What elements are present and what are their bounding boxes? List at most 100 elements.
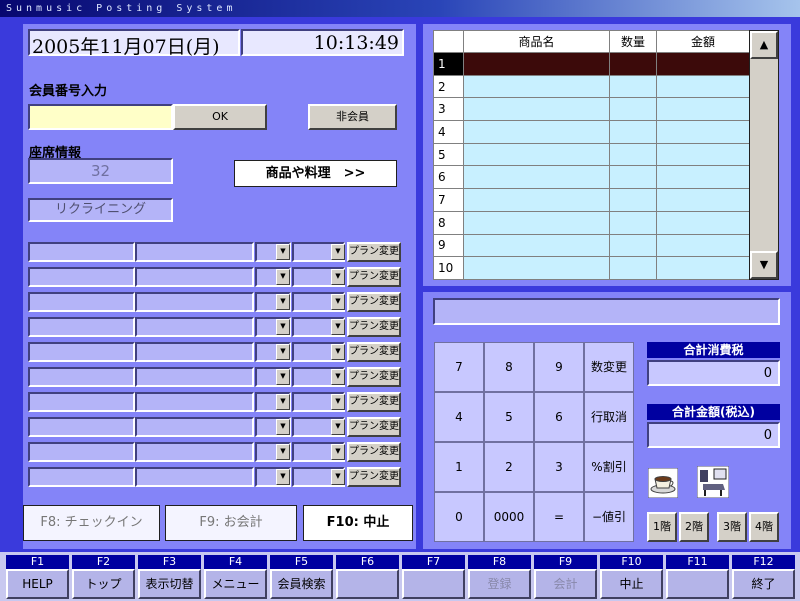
table-row[interactable]: 5 bbox=[433, 142, 750, 167]
quantity-cell[interactable] bbox=[609, 74, 657, 99]
product-name-cell[interactable] bbox=[463, 210, 610, 235]
dropdown-arrow-icon[interactable]: ▼ bbox=[276, 469, 290, 485]
table-row[interactable]: 9 bbox=[433, 233, 750, 258]
coffee-cup-icon[interactable] bbox=[647, 467, 679, 499]
keypad-key[interactable]: 3 bbox=[534, 442, 584, 492]
dropdown-arrow-icon[interactable]: ▼ bbox=[331, 294, 345, 310]
amount-cell[interactable] bbox=[656, 142, 750, 167]
fkey-label[interactable] bbox=[336, 569, 399, 599]
plan-change-button[interactable]: プラン変更 bbox=[347, 242, 401, 262]
dropdown-arrow-icon[interactable]: ▼ bbox=[276, 269, 290, 285]
fkey-label[interactable] bbox=[402, 569, 465, 599]
member-number-input[interactable] bbox=[28, 104, 173, 130]
keypad-key[interactable]: 2 bbox=[484, 442, 534, 492]
table-row[interactable]: 7 bbox=[433, 188, 750, 212]
dropdown-arrow-icon[interactable]: ▼ bbox=[276, 294, 290, 310]
table-row[interactable]: 2 bbox=[433, 74, 750, 99]
plan-field[interactable] bbox=[135, 242, 254, 262]
fkey-label[interactable]: 中止 bbox=[600, 569, 663, 599]
dropdown-arrow-icon[interactable]: ▼ bbox=[276, 344, 290, 360]
plan-change-button[interactable]: プラン変更 bbox=[347, 292, 401, 312]
quantity-cell[interactable] bbox=[609, 233, 657, 258]
product-menu-button[interactable]: 商品や料理 >> bbox=[234, 160, 397, 187]
plan-field[interactable] bbox=[28, 467, 135, 487]
keypad-key[interactable]: 行取消 bbox=[584, 392, 634, 442]
quantity-cell[interactable] bbox=[609, 120, 657, 144]
plan-field[interactable] bbox=[28, 342, 135, 362]
plan-change-button[interactable]: プラン変更 bbox=[347, 392, 401, 412]
ok-button[interactable]: OK bbox=[173, 104, 267, 130]
dropdown-arrow-icon[interactable]: ▼ bbox=[276, 419, 290, 435]
keypad-key[interactable]: %割引 bbox=[584, 442, 634, 492]
plan-change-button[interactable]: プラン変更 bbox=[347, 317, 401, 337]
fkey-label[interactable] bbox=[666, 569, 729, 599]
fkey-f8-button[interactable]: F8 登録 bbox=[468, 555, 531, 599]
table-row[interactable]: 1 bbox=[433, 52, 750, 76]
product-name-cell[interactable] bbox=[463, 188, 610, 212]
dropdown-arrow-icon[interactable]: ▼ bbox=[331, 444, 345, 460]
amount-cell[interactable] bbox=[656, 210, 750, 235]
quantity-cell[interactable] bbox=[609, 188, 657, 212]
dropdown-arrow-icon[interactable]: ▼ bbox=[276, 369, 290, 385]
product-name-cell[interactable] bbox=[463, 52, 610, 76]
fkey-label[interactable]: HELP bbox=[6, 569, 69, 599]
fkey-f9-button[interactable]: F9 会計 bbox=[534, 555, 597, 599]
amount-cell[interactable] bbox=[656, 120, 750, 144]
plan-change-button[interactable]: プラン変更 bbox=[347, 367, 401, 387]
fkey-f10-button[interactable]: F10 中止 bbox=[600, 555, 663, 599]
plan-change-button[interactable]: プラン変更 bbox=[347, 417, 401, 437]
fkey-f7-button[interactable]: F7 bbox=[402, 555, 465, 599]
amount-cell[interactable] bbox=[656, 256, 750, 280]
plan-field[interactable] bbox=[28, 367, 135, 387]
plan-field[interactable] bbox=[135, 292, 254, 312]
scroll-up-arrow-icon[interactable]: ▲ bbox=[750, 31, 778, 59]
fkey-label[interactable]: 終了 bbox=[732, 569, 795, 599]
plan-field[interactable] bbox=[28, 267, 135, 287]
quantity-cell[interactable] bbox=[609, 210, 657, 235]
floor-button[interactable]: 4階 bbox=[749, 512, 779, 542]
plan-field[interactable] bbox=[135, 367, 254, 387]
amount-cell[interactable] bbox=[656, 52, 750, 76]
floor-button[interactable]: 2階 bbox=[679, 512, 709, 542]
dropdown-arrow-icon[interactable]: ▼ bbox=[276, 444, 290, 460]
product-name-cell[interactable] bbox=[463, 256, 610, 280]
fkey-label[interactable]: メニュー bbox=[204, 569, 267, 599]
fkey-f4-button[interactable]: F4 メニュー bbox=[204, 555, 267, 599]
fkey-f12-button[interactable]: F12 終了 bbox=[732, 555, 795, 599]
dropdown-arrow-icon[interactable]: ▼ bbox=[276, 394, 290, 410]
product-name-cell[interactable] bbox=[463, 120, 610, 144]
dropdown-arrow-icon[interactable]: ▼ bbox=[276, 244, 290, 260]
keypad-key[interactable]: 数変更 bbox=[584, 342, 634, 392]
plan-field[interactable] bbox=[135, 467, 254, 487]
fkey-f6-button[interactable]: F6 bbox=[336, 555, 399, 599]
keypad-key[interactable]: −値引 bbox=[584, 492, 634, 542]
plan-field[interactable] bbox=[28, 292, 135, 312]
keypad-key[interactable]: 4 bbox=[434, 392, 484, 442]
dropdown-arrow-icon[interactable]: ▼ bbox=[331, 344, 345, 360]
quantity-cell[interactable] bbox=[609, 165, 657, 190]
keypad-key[interactable]: 0000 bbox=[484, 492, 534, 542]
plan-field[interactable] bbox=[28, 317, 135, 337]
amount-cell[interactable] bbox=[656, 97, 750, 122]
plan-change-button[interactable]: プラン変更 bbox=[347, 342, 401, 362]
keypad-key[interactable]: 7 bbox=[434, 342, 484, 392]
fkey-label[interactable]: 会計 bbox=[534, 569, 597, 599]
quantity-cell[interactable] bbox=[609, 97, 657, 122]
table-row[interactable]: 8 bbox=[433, 210, 750, 235]
plan-field[interactable] bbox=[135, 267, 254, 287]
keypad-key[interactable]: 1 bbox=[434, 442, 484, 492]
fkey-label[interactable]: 会員検索 bbox=[270, 569, 333, 599]
plan-field[interactable] bbox=[28, 392, 135, 412]
quantity-cell[interactable] bbox=[609, 142, 657, 167]
plan-field[interactable] bbox=[28, 417, 135, 437]
table-row[interactable]: 10 bbox=[433, 256, 750, 280]
keypad-key[interactable]: 6 bbox=[534, 392, 584, 442]
stop-button[interactable]: F10: 中止 bbox=[303, 505, 413, 541]
product-name-cell[interactable] bbox=[463, 97, 610, 122]
fkey-f11-button[interactable]: F11 bbox=[666, 555, 729, 599]
plan-field[interactable] bbox=[135, 392, 254, 412]
keypad-key[interactable]: 0 bbox=[434, 492, 484, 542]
product-name-cell[interactable] bbox=[463, 142, 610, 167]
plan-field[interactable] bbox=[135, 317, 254, 337]
floor-button[interactable]: 3階 bbox=[717, 512, 747, 542]
